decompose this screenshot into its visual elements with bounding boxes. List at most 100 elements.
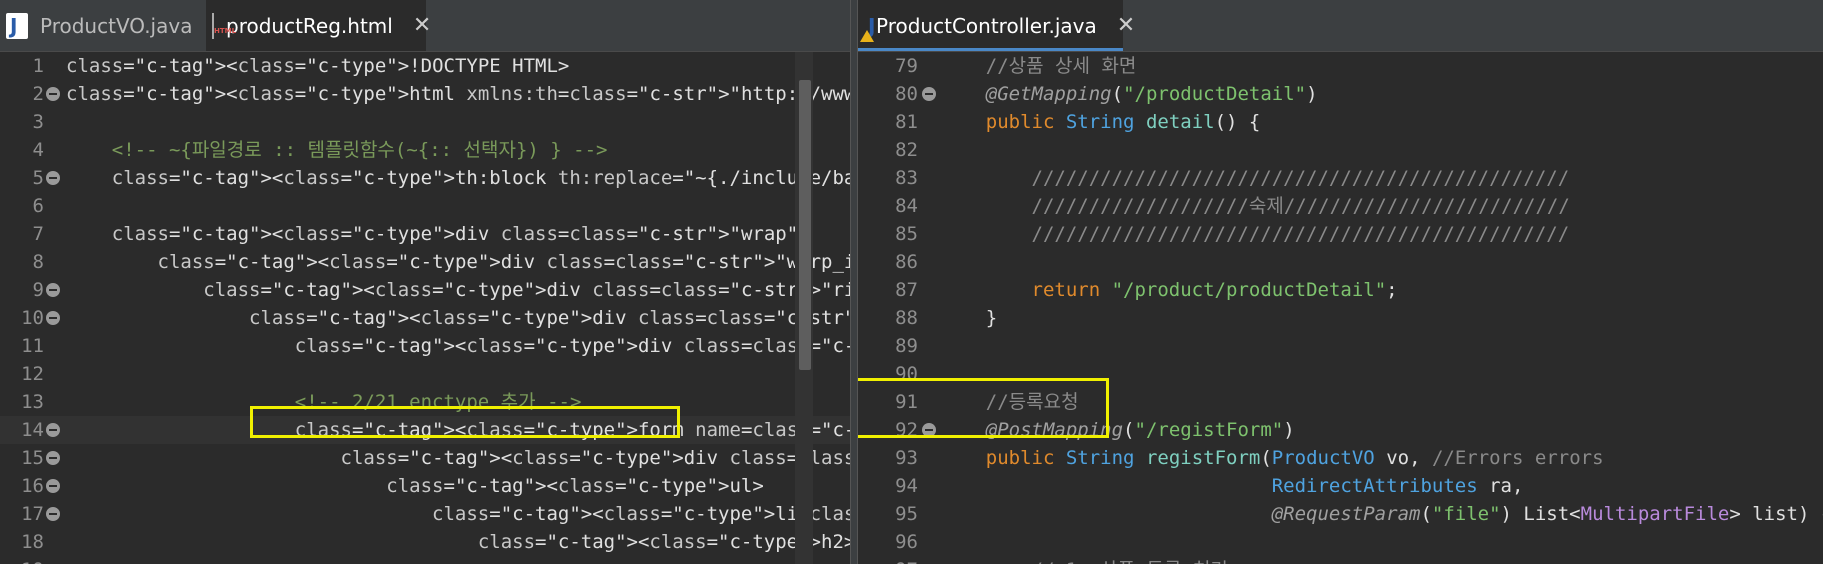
line-number: 87 [895,279,918,301]
code-line[interactable]: 1 class="c-tag"><class="c-type">!DOCTYPE … [0,52,850,80]
line-number: 15 [21,447,44,469]
code-line[interactable]: 2 class="c-tag"><class="c-type">html xmln… [0,80,850,108]
left-scroll-thumb[interactable] [799,80,811,370]
code-text: //등록요청 [985,391,1079,413]
line-number: 16 [21,475,44,497]
line-number: 88 [895,307,918,329]
code-line[interactable]: 3 [0,108,850,136]
code-line[interactable]: 96 [858,528,1823,556]
code-line[interactable]: 6 [0,192,850,220]
code-line[interactable]: 95 @RequestParam("file") List<MultipartF… [858,500,1823,528]
left-code-editor[interactable]: 1 class="c-tag"><class="c-type">!DOCTYPE … [0,52,850,564]
fold-toggle-icon[interactable] [46,451,60,465]
java-file-icon: J [6,12,28,39]
left-tab-bar: J ProductVO.java HTML productReg.html ✕ [0,0,850,52]
pane-divider[interactable] [850,0,858,564]
close-tab-icon[interactable]: ✕ [413,13,431,38]
code-line[interactable]: 5 class="c-tag"><class="c-type">th:block… [0,164,850,192]
code-line[interactable]: 15 class="c-tag"><class="c-type">div cla… [0,444,850,472]
tab-productreg-html[interactable]: HTML productReg.html ✕ [206,0,431,51]
code-text: // 1. 상품 등록 처리 [940,556,1228,564]
code-line[interactable]: 84 ///////////////////숙제////////////////… [858,192,1823,220]
code-text: @RequestParam("file") List<MultipartFile… [1271,503,1823,525]
tab-label: ProductVO.java [40,13,193,38]
code-line[interactable]: 90 [858,360,1823,388]
code-text: <!-- ~{파일경로 :: 템플릿함수(~{:: 선택자}) } --> [66,139,608,161]
fold-toggle-icon[interactable] [46,423,60,437]
tab-productvo-java[interactable]: J ProductVO.java [0,0,205,51]
line-number: 95 [895,503,918,525]
line-number: 4 [32,139,44,161]
line-number: 80 [895,83,918,105]
line-number: 3 [32,111,44,133]
code-text: ////////////////////////////////////////… [1031,167,1570,189]
code-line[interactable]: 9 class="c-tag"><class="c-type">div clas… [0,276,850,304]
code-line[interactable]: 79 //상품 상세 화면 [858,52,1823,80]
code-line[interactable]: 93 public String registForm(ProductVO vo… [858,444,1823,472]
code-line[interactable]: 94 RedirectAttributes ra, [858,472,1823,500]
fold-toggle-icon[interactable] [46,283,60,297]
code-line[interactable]: 88 } [858,304,1823,332]
code-line[interactable]: 91 //등록요청 [858,388,1823,416]
line-number: 17 [21,503,44,525]
code-line[interactable]: 97 // 1. 상품 등록 처리 [858,556,1823,564]
code-text: class="c-tag"><class="c-type">div class=… [294,335,850,357]
code-line[interactable]: 85 /////////////////////////////////////… [858,220,1823,248]
fold-toggle-icon[interactable] [46,479,60,493]
code-text: class="c-tag"><class="c-type">div class=… [340,447,850,469]
code-line[interactable]: 7 class="c-tag"><class="c-type">div clas… [0,220,850,248]
line-number: 11 [21,335,44,357]
line-number: 9 [32,279,44,301]
code-line[interactable]: 19 [0,556,850,564]
line-number: 1 [32,55,44,77]
code-text: public String detail() { [985,111,1261,133]
code-text: ////////////////////////////////////////… [1031,223,1570,245]
line-number: 81 [895,111,918,133]
active-tab-indicator [858,48,1123,51]
code-line[interactable]: 14 class="c-tag"><class="c-type">form na… [0,416,850,444]
line-number: 92 [895,419,918,441]
fold-toggle-icon[interactable] [46,171,60,185]
code-text: class="c-tag"><class="c-type">th:block t… [111,167,850,189]
code-line[interactable]: 12 [0,360,850,388]
line-number: 84 [895,195,918,217]
code-line[interactable]: 10 class="c-tag"><class="c-type">div cla… [0,304,850,332]
code-line[interactable]: 86 [858,248,1823,276]
code-text: class="c-tag"><class="c-type">form name=… [294,419,850,441]
code-line[interactable]: 81 public String detail() { [858,108,1823,136]
fold-toggle-icon[interactable] [46,507,60,521]
close-tab-icon[interactable]: ✕ [1117,13,1135,38]
code-text: class="c-tag"><class="c-type">div class=… [249,307,850,329]
code-text: class="c-tag"><class="c-type">html xmlns… [66,83,850,105]
code-line[interactable]: 16 class="c-tag"><class="c-type">ul> [0,472,850,500]
code-text: class="c-tag"><class="c-type">!DOCTYPE H… [66,55,570,77]
line-number: 18 [21,531,44,553]
line-number: 91 [895,391,918,413]
code-line[interactable]: 8 class="c-tag"><class="c-type">div clas… [0,248,850,276]
code-text: class="c-tag"><class="c-type">div class=… [157,251,850,273]
tab-productcontroller-java[interactable]: J ProductController.java ✕ [858,0,1135,51]
fold-toggle-icon[interactable] [46,87,60,101]
fold-toggle-icon[interactable] [922,423,936,437]
code-line[interactable]: 83 /////////////////////////////////////… [858,164,1823,192]
code-line[interactable]: 82 [858,136,1823,164]
code-text: RedirectAttributes ra, [1271,475,1524,497]
code-line[interactable]: 92 @PostMapping("/registForm") [858,416,1823,444]
line-number: 83 [895,167,918,189]
line-number: 85 [895,223,918,245]
code-line[interactable]: 89 [858,332,1823,360]
fold-toggle-icon[interactable] [46,311,60,325]
code-line[interactable]: 17 class="c-tag"><class="c-type">li clas… [0,500,850,528]
code-line[interactable]: 11 class="c-tag"><class="c-type">div cla… [0,332,850,360]
right-code-editor[interactable]: 79 //상품 상세 화면 80 @GetMapping("/productDet… [858,52,1823,564]
code-line[interactable]: 87 return "/product/productDetail"; [858,276,1823,304]
right-tab-bar: J ProductController.java ✕ [858,0,1823,52]
code-line[interactable]: 4 <!-- ~{파일경로 :: 템플릿함수(~{:: 선택자}) } --> [0,136,850,164]
code-line[interactable]: 80 @GetMapping("/productDetail") [858,80,1823,108]
fold-toggle-icon[interactable] [922,87,936,101]
warning-icon [860,29,874,42]
code-line[interactable]: 18 class="c-tag"><class="c-type">h2>게시글관… [0,528,850,556]
code-line[interactable]: 13 <!-- 2/21 enctype 추가 --> [0,388,850,416]
code-text: ///////////////////숙제///////////////////… [1031,195,1570,217]
line-number: 19 [0,556,44,564]
